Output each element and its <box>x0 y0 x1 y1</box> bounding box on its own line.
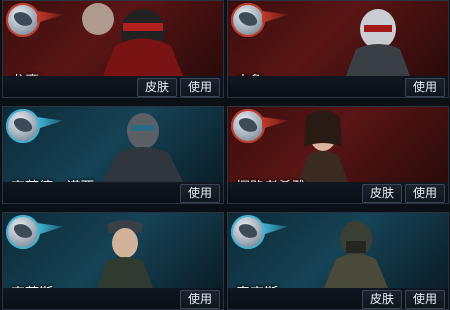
faction-emblem-icon <box>231 109 265 143</box>
card-actions: 皮肤 使用 <box>3 76 223 97</box>
card-actions: 皮肤 使用 <box>228 288 448 309</box>
skin-button[interactable]: 皮肤 <box>137 78 177 97</box>
character-card-klaus[interactable]: 克劳斯 永久 使用 <box>2 212 224 310</box>
faction-emblem-icon <box>231 215 265 249</box>
skin-button[interactable]: 皮肤 <box>362 184 402 203</box>
character-card-pathfinder-xiya[interactable]: 探路者希雅 永久 皮肤 使用 <box>227 106 449 204</box>
character-card-jilu[interactable]: 吉鲁 永久 使用 <box>227 0 449 98</box>
use-button[interactable]: 使用 <box>180 184 220 203</box>
use-button[interactable]: 使用 <box>405 78 445 97</box>
faction-emblem-icon <box>6 109 40 143</box>
character-card-tex[interactable]: 泰克斯 永久 皮肤 使用 <box>227 212 449 310</box>
card-actions: 皮肤 使用 <box>228 182 448 203</box>
faction-emblem-icon <box>6 3 40 37</box>
use-button[interactable]: 使用 <box>405 290 445 309</box>
character-card-claude-noah[interactable]: 克劳德 · 诺亚 永久 使用 <box>2 106 224 204</box>
character-card-longying[interactable]: 龙鹰 永久 皮肤 使用 <box>2 0 224 98</box>
card-actions: 使用 <box>228 76 448 97</box>
faction-emblem-icon <box>6 215 40 249</box>
card-actions: 使用 <box>3 288 223 309</box>
skin-button[interactable]: 皮肤 <box>362 290 402 309</box>
use-button[interactable]: 使用 <box>405 184 445 203</box>
use-button[interactable]: 使用 <box>180 78 220 97</box>
use-button[interactable]: 使用 <box>180 290 220 309</box>
faction-emblem-icon <box>231 3 265 37</box>
card-actions: 使用 <box>3 182 223 203</box>
